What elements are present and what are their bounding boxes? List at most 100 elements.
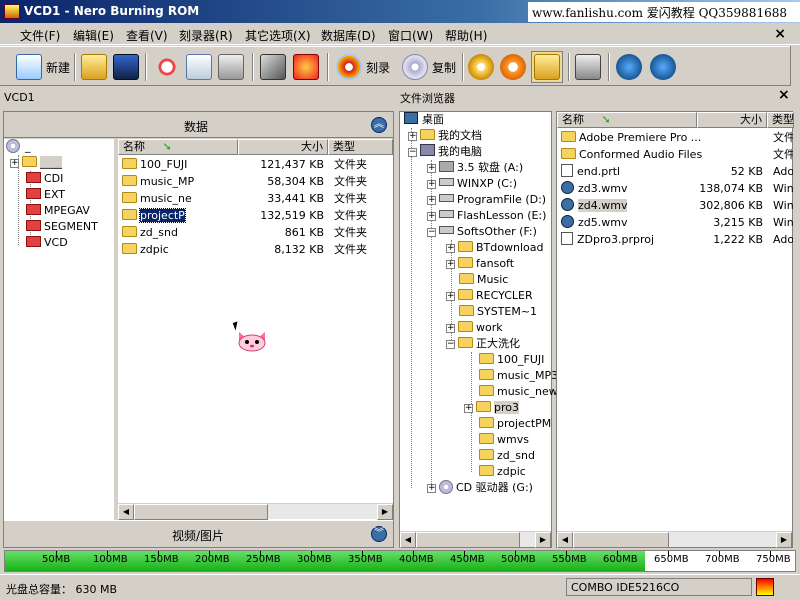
scroll-left-icon[interactable]: ◀ xyxy=(400,532,416,548)
column-header-size[interactable]: 大小 xyxy=(697,112,767,128)
browser-file-row[interactable]: Adobe Premiere Pro ... 文件 xyxy=(561,130,793,146)
column-header-type[interactable]: 类型 xyxy=(328,139,393,155)
tree-item-segment[interactable]: SEGMENT xyxy=(26,219,98,235)
column-header-type[interactable]: 类型 xyxy=(767,112,794,128)
tree-item-vcd[interactable]: VCD xyxy=(26,235,68,251)
recorder-select-button[interactable] xyxy=(575,51,605,83)
menu-file[interactable]: 文件(F) xyxy=(20,27,60,44)
menu-window[interactable]: 窗口(W) xyxy=(388,27,433,44)
tree-folder-100fuji[interactable]: 100_FUJI xyxy=(479,352,544,368)
erase-button[interactable] xyxy=(293,51,323,83)
browser-file-row[interactable]: zd5.wmv 3,215 KB Wind xyxy=(561,215,793,231)
properties-button[interactable] xyxy=(260,51,290,83)
column-header-name[interactable]: 名称 ➘ xyxy=(557,112,697,128)
tree-folder-zhengda[interactable]: − 正大洗化 xyxy=(446,336,520,352)
tree-folder-fansoft[interactable]: + fansoft xyxy=(446,256,514,272)
scroll-right-icon[interactable]: ▶ xyxy=(535,532,551,548)
menu-database[interactable]: 数据库(D) xyxy=(321,27,376,44)
expand-down-icon[interactable]: ︾ xyxy=(371,526,387,542)
burn-button[interactable]: 刻录 xyxy=(336,51,390,83)
browser-file-row[interactable]: zd3.wmv 138,074 KB Wind xyxy=(561,181,793,197)
column-header-name[interactable]: 名称 ➘ xyxy=(118,139,238,155)
file-browser-close-button[interactable]: × xyxy=(778,87,790,103)
nero-app-icon[interactable] xyxy=(4,4,20,19)
disc-info-button[interactable] xyxy=(468,51,498,83)
tree-my-computer[interactable]: − 我的电脑 xyxy=(408,144,482,160)
file-row[interactable]: zdpic 8,132 KB 文件夹 xyxy=(122,242,392,258)
tree-expander[interactable]: − xyxy=(427,228,436,237)
scroll-left-icon[interactable]: ◀ xyxy=(118,504,134,520)
scroll-right-icon[interactable]: ▶ xyxy=(776,532,792,548)
file-row[interactable]: music_MP 58,304 KB 文件夹 xyxy=(122,174,392,190)
whats-this-help-button[interactable] xyxy=(650,51,680,83)
video-section-header[interactable]: 视频/图片 ︾ xyxy=(4,520,393,546)
scroll-thumb[interactable] xyxy=(573,532,669,548)
file-row[interactable]: music_ne 33,441 KB 文件夹 xyxy=(122,191,392,207)
file-row-selected[interactable]: projectP 132,519 KB 文件夹 xyxy=(122,208,392,224)
tree-expander[interactable]: + xyxy=(446,244,455,253)
cut-button[interactable] xyxy=(154,51,184,83)
tree-drive-d[interactable]: + ProgramFile (D:) xyxy=(427,192,546,208)
tree-expander[interactable]: + xyxy=(446,292,455,301)
tree-root-disc[interactable]: _ xyxy=(6,139,31,155)
file-row[interactable]: zd_snd 861 KB 文件夹 xyxy=(122,225,392,241)
file-row[interactable]: 100_FUJI 121,437 KB 文件夹 xyxy=(122,157,392,173)
tree-item-ext[interactable]: EXT xyxy=(26,187,65,203)
save-button[interactable] xyxy=(113,51,143,83)
tree-expander[interactable]: + xyxy=(446,260,455,269)
column-header-size[interactable]: 大小 xyxy=(238,139,328,155)
tree-my-documents[interactable]: + 我的文档 xyxy=(408,128,482,144)
menu-edit[interactable]: 编辑(E) xyxy=(73,27,114,44)
tree-expander[interactable]: + xyxy=(446,324,455,333)
tree-expander[interactable]: + xyxy=(427,164,436,173)
browser-file-row[interactable]: end.prtl 52 KB Ado xyxy=(561,164,793,180)
browser-file-row[interactable]: Conformed Audio Files 文件 xyxy=(561,147,793,163)
paste-button[interactable] xyxy=(218,51,248,83)
file-browser-toggle-button[interactable] xyxy=(531,51,563,83)
tree-folder-system[interactable]: SYSTEM~1 xyxy=(459,304,537,320)
horizontal-scrollbar[interactable]: ◀ ▶ xyxy=(557,531,792,548)
browser-file-row[interactable]: ZDpro3.prproj 1,222 KB Ado xyxy=(561,232,793,248)
tree-folder-music[interactable]: Music xyxy=(459,272,508,288)
tree-item-cdi[interactable]: CDI xyxy=(26,171,63,187)
tree-desktop[interactable]: 桌面 xyxy=(404,112,444,128)
tree-cd-drive[interactable]: + CD 驱动器 (G:) xyxy=(427,480,533,496)
about-button[interactable] xyxy=(616,51,646,83)
new-button[interactable]: 新建 xyxy=(16,51,70,83)
tree-expander[interactable]: + xyxy=(427,484,436,493)
menu-recorder[interactable]: 刻录器(R) xyxy=(179,27,233,44)
horizontal-scrollbar[interactable]: ◀ ▶ xyxy=(118,503,393,520)
tree-folder-pro3[interactable]: + pro3 xyxy=(464,400,519,416)
tree-expander[interactable]: + xyxy=(10,159,19,168)
tree-expander[interactable]: + xyxy=(427,196,436,205)
tree-expander[interactable]: + xyxy=(427,212,436,221)
tree-folder-work[interactable]: + work xyxy=(446,320,503,336)
scroll-right-icon[interactable]: ▶ xyxy=(377,504,393,520)
tree-drive-a[interactable]: +3.5 软盘 (A:) xyxy=(427,160,523,176)
tree-expander[interactable]: − xyxy=(446,340,455,349)
menu-extras[interactable]: 其它选项(X) xyxy=(245,27,311,44)
scroll-left-icon[interactable]: ◀ xyxy=(557,532,573,548)
collapse-up-icon[interactable]: ︽ xyxy=(371,117,387,133)
data-section-header[interactable]: 数据 ︽ xyxy=(4,112,393,138)
scroll-thumb[interactable] xyxy=(416,532,520,548)
menu-view[interactable]: 查看(V) xyxy=(126,27,168,44)
scroll-thumb[interactable] xyxy=(134,504,268,520)
tree-folder-btdownload[interactable]: + BTdownload xyxy=(446,240,543,256)
eject-button[interactable] xyxy=(500,51,530,83)
tree-item-mpegav[interactable]: MPEGAV xyxy=(26,203,90,219)
copy-disc-button[interactable]: 复制 xyxy=(402,51,456,83)
menu-help[interactable]: 帮助(H) xyxy=(445,27,487,44)
tree-folder-music-mp3[interactable]: music_MP3 xyxy=(479,368,558,384)
horizontal-scrollbar[interactable]: ◀ ▶ xyxy=(400,531,551,548)
browser-file-row-selected[interactable]: zd4.wmv 302,806 KB Wind xyxy=(561,198,793,214)
tree-folder-recycler[interactable]: + RECYCLER xyxy=(446,288,533,304)
tree-expander[interactable]: + xyxy=(464,404,473,413)
tree-drive-c[interactable]: + WINXP (C:) xyxy=(427,176,517,192)
tree-folder-zdpic[interactable]: zdpic xyxy=(479,464,526,480)
tree-folder-zd-snd[interactable]: zd_snd xyxy=(479,448,535,464)
tree-expander[interactable]: − xyxy=(408,148,417,157)
tree-expander[interactable]: + xyxy=(408,132,417,141)
tree-expander[interactable]: + xyxy=(427,180,436,189)
tree-drive-e[interactable]: + FlashLesson (E:) xyxy=(427,208,546,224)
